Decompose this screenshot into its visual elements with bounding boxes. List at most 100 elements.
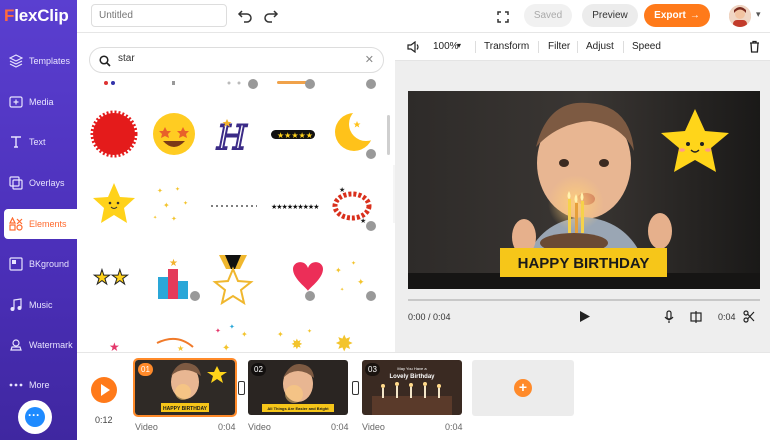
divider bbox=[577, 41, 578, 53]
sidebar-item-label: Media bbox=[29, 97, 54, 107]
star-eyes-emoji-element[interactable] bbox=[153, 113, 195, 155]
filter-button[interactable]: Filter bbox=[548, 41, 570, 52]
top-bar: Saved Preview Export → ▾ bbox=[77, 0, 770, 33]
sidebar-item-label: BKground bbox=[29, 259, 70, 269]
export-button[interactable]: Export → bbox=[644, 4, 710, 27]
play-icon[interactable] bbox=[579, 310, 591, 325]
svg-text:✦: ✦ bbox=[277, 330, 284, 339]
sparkle-letter-element[interactable]: H bbox=[215, 117, 249, 159]
sidebar-item-elements[interactable]: Elements bbox=[4, 209, 77, 239]
layers-icon bbox=[8, 54, 24, 68]
element-thumb[interactable]: ★ bbox=[156, 337, 194, 352]
trash-icon[interactable] bbox=[749, 40, 760, 56]
divider bbox=[475, 41, 476, 53]
svg-text:✦: ✦ bbox=[157, 187, 163, 195]
clip-duration-label: 0:04 bbox=[331, 422, 349, 432]
two-stars-element[interactable]: ★★ bbox=[93, 267, 130, 290]
clip-subcaption: May You Have a bbox=[397, 366, 427, 371]
element-thumb[interactable]: ✦ ✸ ✦ bbox=[277, 328, 312, 352]
undo-icon[interactable] bbox=[237, 8, 253, 24]
panel-scrollbar[interactable] bbox=[387, 115, 390, 155]
heart-element[interactable] bbox=[293, 262, 323, 291]
star-podium-element[interactable]: ★ bbox=[158, 258, 188, 299]
element-thumb[interactable] bbox=[104, 81, 115, 85]
video-canvas[interactable]: HAPPY BIRTHDAY bbox=[408, 91, 760, 289]
timeline-clip-3[interactable]: May You Have a Lovely Birthday 03 bbox=[362, 360, 462, 415]
element-thumb[interactable] bbox=[277, 81, 307, 84]
transform-button[interactable]: Transform bbox=[484, 41, 529, 52]
overlays-icon bbox=[9, 176, 23, 190]
flexclip-logo[interactable]: FlexClip bbox=[4, 6, 69, 26]
element-thumb[interactable] bbox=[172, 81, 175, 85]
project-title-input[interactable] bbox=[91, 4, 227, 27]
element-thumb[interactable]: ✦✦✦✦ bbox=[215, 323, 248, 352]
timeline-clip-2[interactable]: All Things Are Easier and Bright 02 bbox=[248, 360, 348, 415]
sidebar-item-overlays[interactable]: Overlays bbox=[0, 168, 77, 198]
chat-icon bbox=[25, 407, 45, 427]
elements-grid: H ★★★★★ ✦ ✦ ✦ ✦ ✦ ✦ ★★★★★★★★★ ★ ★ ★★ ★ ✦… bbox=[90, 79, 383, 352]
sidebar-item-watermark[interactable]: Watermark bbox=[0, 330, 77, 360]
playback-progress-bar[interactable] bbox=[408, 299, 760, 301]
rating-stars-bar-element[interactable]: ★★★★★ bbox=[271, 130, 315, 140]
sidebar-item-label: Music bbox=[29, 300, 53, 310]
transition-handle-icon[interactable] bbox=[352, 381, 359, 395]
speed-button[interactable]: Speed bbox=[632, 41, 661, 52]
media-icon bbox=[9, 95, 23, 109]
fullscreen-icon[interactable] bbox=[497, 10, 509, 23]
sidebar-item-label: Templates bbox=[29, 56, 71, 66]
svg-text:✸: ✸ bbox=[335, 331, 353, 352]
svg-text:✦: ✦ bbox=[222, 343, 230, 352]
element-thumb[interactable]: ★ bbox=[109, 340, 120, 352]
transition-handle-icon[interactable] bbox=[238, 381, 245, 395]
microphone-icon[interactable] bbox=[664, 310, 674, 326]
current-time: 0:00 / 0:04 bbox=[408, 312, 451, 322]
avatar[interactable] bbox=[729, 5, 751, 27]
redo-icon[interactable] bbox=[263, 8, 279, 24]
crescent-moon-element[interactable] bbox=[335, 107, 383, 151]
volume-icon[interactable] bbox=[407, 40, 420, 56]
sidebar-item-media[interactable]: Media bbox=[0, 87, 77, 117]
svg-text:✦: ✦ bbox=[215, 327, 221, 335]
scattered-stars-element[interactable]: ✦ ✦ ✦ ✦ ✦ ✦ bbox=[153, 186, 188, 223]
sidebar-item-bkground[interactable]: BKground bbox=[0, 249, 77, 279]
svg-text:✦: ✦ bbox=[183, 200, 188, 207]
sidebar-item-text[interactable]: Text bbox=[0, 127, 77, 157]
sidebar-item-templates[interactable]: Templates bbox=[0, 46, 77, 76]
cute-star-element[interactable] bbox=[93, 183, 135, 223]
element-thumb[interactable] bbox=[227, 81, 241, 85]
divider bbox=[623, 41, 624, 53]
frame-wreath-element[interactable]: ★ ★ bbox=[332, 186, 372, 225]
sidebar-item-music[interactable]: Music bbox=[0, 290, 77, 320]
preview-button[interactable]: Preview bbox=[582, 4, 638, 27]
svg-text:✦: ✦ bbox=[153, 215, 157, 221]
split-icon[interactable] bbox=[689, 310, 703, 326]
volume-level[interactable]: 100% bbox=[433, 41, 459, 52]
chevron-down-icon[interactable]: ▾ bbox=[457, 41, 461, 50]
timeline-clip-1[interactable]: HAPPY BIRTHDAY 01 bbox=[133, 358, 237, 417]
twinkle-stars-element[interactable]: ✦ ✦ ✦ ✦ bbox=[335, 260, 365, 293]
clip-duration-label: 0:04 bbox=[218, 422, 236, 432]
clip-caption: HAPPY BIRTHDAY bbox=[163, 406, 208, 412]
element-thumb[interactable]: ✸ bbox=[335, 331, 353, 352]
svg-text:★: ★ bbox=[339, 186, 345, 194]
add-clip-button[interactable]: + bbox=[472, 360, 574, 416]
chevron-down-icon[interactable]: ▾ bbox=[756, 9, 761, 20]
sidebar-item-more[interactable]: More bbox=[0, 370, 77, 400]
play-all-button[interactable] bbox=[91, 377, 117, 403]
scissors-icon[interactable] bbox=[743, 310, 755, 325]
svg-text:✦: ✦ bbox=[340, 287, 344, 293]
chat-support-button[interactable] bbox=[18, 400, 52, 434]
elements-panel: ✕ H ★★★★★ bbox=[77, 33, 395, 352]
svg-text:✦: ✦ bbox=[171, 215, 177, 223]
clip-type-label: Video bbox=[135, 422, 158, 432]
red-seal-element[interactable] bbox=[90, 110, 138, 158]
divider bbox=[538, 41, 539, 53]
sidebar-item-label: Watermark bbox=[29, 340, 73, 350]
saved-button[interactable]: Saved bbox=[524, 4, 572, 27]
star-line-divider-element[interactable]: ★★★★★★★★★ bbox=[271, 203, 320, 211]
star-medal-element[interactable] bbox=[212, 255, 254, 306]
playback-controls: 0:00 / 0:04 0:04 bbox=[395, 303, 770, 333]
adjust-button[interactable]: Adjust bbox=[586, 41, 614, 52]
total-duration: 0:12 bbox=[95, 415, 113, 425]
svg-text:✦: ✦ bbox=[335, 266, 342, 275]
